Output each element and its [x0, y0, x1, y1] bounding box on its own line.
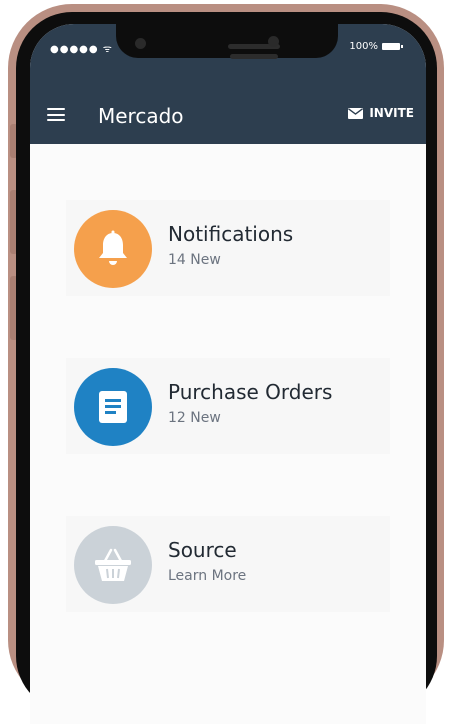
invite-label: INVITE: [369, 106, 414, 120]
signal-indicator: ●●●●● ᯤ: [50, 44, 113, 55]
card-subtitle: Learn More: [168, 568, 247, 584]
source-card[interactable]: Source Learn More: [66, 516, 390, 612]
app-header: ●●●●● ᯤ 100% Mercado INVITE: [30, 24, 426, 144]
card-title: Source: [168, 538, 237, 562]
source-icon-circle: [74, 526, 152, 604]
invite-button[interactable]: INVITE: [348, 106, 414, 120]
app-title: Mercado: [98, 104, 184, 128]
hamburger-menu-icon[interactable]: [47, 108, 65, 121]
purchase-orders-card[interactable]: Purchase Orders 12 New: [66, 358, 390, 454]
basket-icon: [95, 548, 131, 581]
speaker-grille-lower: [230, 54, 278, 59]
card-title: Purchase Orders: [168, 380, 333, 404]
bell-icon: [99, 230, 127, 265]
notifications-card[interactable]: Notifications 14 New: [66, 200, 390, 296]
sensor: [268, 36, 279, 47]
card-subtitle: 14 New: [168, 252, 221, 268]
card-subtitle: 12 New: [168, 410, 221, 426]
battery-percent: 100%: [349, 41, 378, 52]
document-icon: [99, 391, 127, 423]
phone-screen: ●●●●● ᯤ 100% Mercado INVITE Notification…: [30, 24, 426, 724]
phone-notch: [116, 24, 338, 58]
notifications-icon-circle: [74, 210, 152, 288]
front-camera: [135, 38, 146, 49]
battery-icon: [382, 43, 403, 50]
purchase-orders-icon-circle: [74, 368, 152, 446]
card-title: Notifications: [168, 222, 294, 246]
battery-indicator: 100%: [349, 41, 403, 52]
envelope-icon: [348, 107, 364, 119]
